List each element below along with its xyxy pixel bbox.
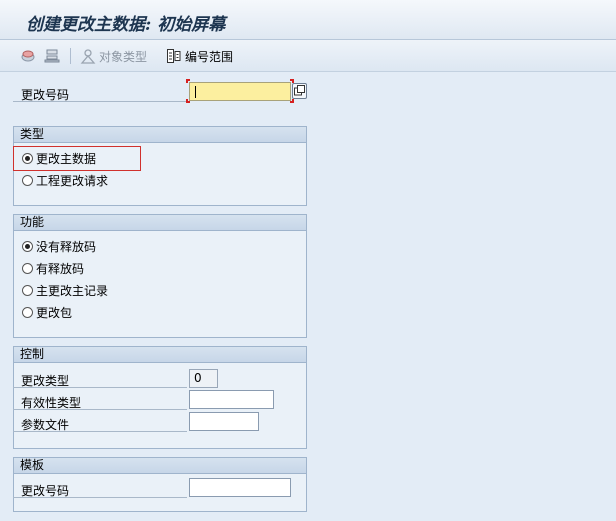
control-group-title: 控制 bbox=[14, 347, 306, 363]
other-object-icon[interactable] bbox=[20, 48, 36, 64]
title-bar: 创建更改主数据: 初始屏幕 bbox=[0, 0, 616, 40]
radio-engineering-change-request[interactable]: 工程更改请求 bbox=[22, 172, 108, 189]
radio-button[interactable] bbox=[22, 263, 33, 274]
radio-button[interactable] bbox=[22, 285, 33, 296]
focus-corner bbox=[186, 99, 190, 103]
change-type-field: 0 bbox=[189, 369, 218, 388]
copy-icon bbox=[294, 85, 305, 96]
toolbar-separator bbox=[70, 48, 71, 64]
radio-button[interactable] bbox=[22, 307, 33, 318]
object-type-icon bbox=[80, 49, 96, 64]
label-underline bbox=[13, 387, 187, 388]
number-range-button[interactable]: 编号范围 bbox=[166, 46, 233, 66]
text-cursor bbox=[195, 86, 196, 98]
label-underline bbox=[13, 497, 187, 498]
radio-button[interactable] bbox=[22, 175, 33, 186]
page-title: 创建更改主数据: 初始屏幕 bbox=[26, 15, 226, 35]
type-group-title: 类型 bbox=[14, 127, 306, 143]
label-underline bbox=[13, 431, 187, 432]
radio-label: 更改包 bbox=[36, 306, 73, 320]
radio-label: 工程更改请求 bbox=[36, 174, 109, 188]
application-toolbar: 对象类型 编号范围 bbox=[0, 40, 616, 72]
template-change-number-input[interactable] bbox=[189, 478, 291, 497]
multiple-selection-button[interactable] bbox=[292, 83, 307, 99]
radio-change-package[interactable]: 更改包 bbox=[22, 304, 72, 321]
change-number-input[interactable] bbox=[189, 82, 291, 101]
function-group: 功能 没有释放码 有释放码 主更改主记录 更改包 bbox=[13, 214, 307, 338]
function-group-body: 没有释放码 有释放码 主更改主记录 更改包 bbox=[14, 231, 306, 337]
label-underline bbox=[13, 409, 187, 410]
radio-button-selected[interactable] bbox=[22, 241, 33, 252]
radio-label: 有释放码 bbox=[36, 262, 85, 276]
radio-label: 主更改主记录 bbox=[36, 284, 109, 298]
radio-label: 没有释放码 bbox=[36, 240, 97, 254]
parameter-file-input[interactable] bbox=[189, 412, 259, 431]
function-group-title: 功能 bbox=[14, 215, 306, 231]
radio-leading-change-master[interactable]: 主更改主记录 bbox=[22, 282, 108, 299]
radio-no-release-key[interactable]: 没有释放码 bbox=[22, 238, 96, 255]
number-range-icon bbox=[167, 49, 181, 63]
validity-type-input[interactable] bbox=[189, 390, 274, 409]
number-range-label: 编号范围 bbox=[185, 49, 234, 64]
object-type-label: 对象类型 bbox=[99, 49, 148, 64]
selection-highlight-box bbox=[13, 146, 141, 171]
hierarchy-icon[interactable] bbox=[44, 48, 60, 64]
focus-corner bbox=[186, 79, 190, 83]
object-type-button[interactable]: 对象类型 bbox=[80, 46, 147, 66]
template-group-title: 模板 bbox=[14, 458, 306, 474]
radio-with-release-key[interactable]: 有释放码 bbox=[22, 260, 84, 277]
label-underline bbox=[13, 101, 187, 102]
